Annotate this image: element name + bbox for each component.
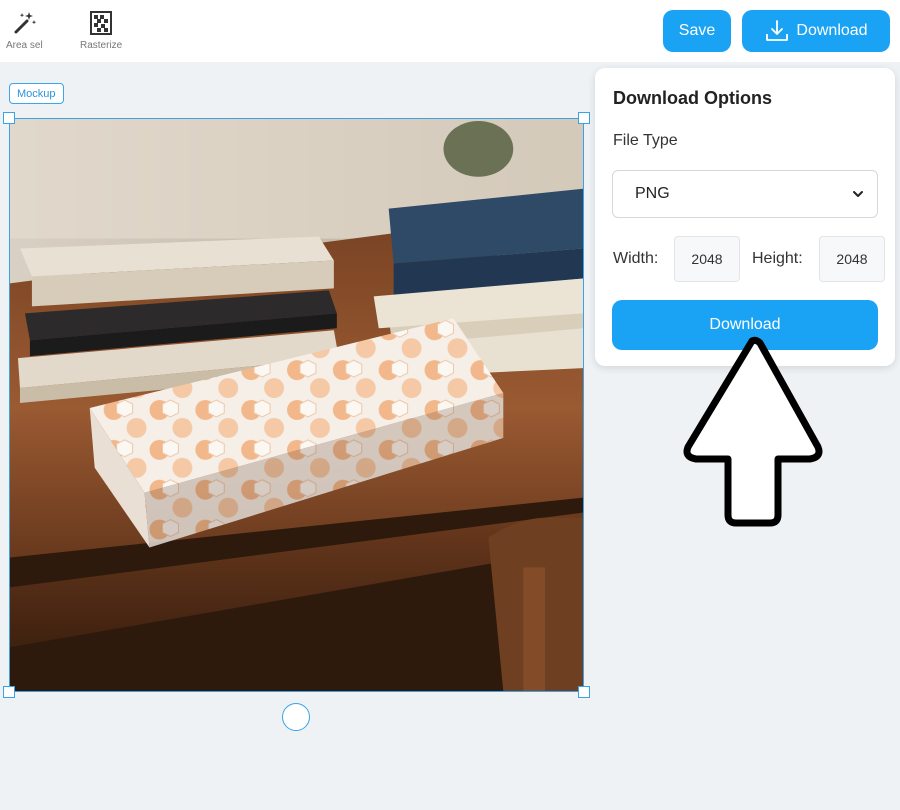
file-type-select[interactable]: PNG: [612, 170, 878, 218]
rasterize-label: Rasterize: [80, 40, 123, 51]
mockup-photo: [10, 119, 583, 691]
file-type-label: File Type: [613, 132, 678, 149]
magic-wand-icon: [14, 12, 37, 34]
file-type-value: PNG: [635, 185, 670, 202]
download-tray-icon: [766, 20, 789, 41]
area-select-label: Area sel: [6, 40, 43, 51]
height-label: Height:: [752, 250, 803, 267]
rasterize-tool[interactable]: Rasterize: [80, 10, 122, 51]
area-select-tool[interactable]: Area sel: [6, 10, 43, 51]
panel-title: Download Options: [613, 88, 772, 108]
mockup-image[interactable]: [9, 118, 584, 692]
grid-icon: [90, 11, 113, 35]
resize-handle-bottom-left[interactable]: [3, 686, 15, 698]
save-button[interactable]: Save: [663, 10, 731, 52]
resize-handle-top-left[interactable]: [3, 112, 15, 124]
download-button-label: Download: [796, 22, 868, 39]
width-input[interactable]: [674, 236, 740, 282]
arrow-cursor-icon: [683, 336, 823, 527]
download-button[interactable]: Download: [742, 10, 890, 52]
download-options-panel: Download Options File Type PNG Width: He…: [595, 68, 895, 366]
mockup-tag[interactable]: Mockup: [9, 83, 64, 104]
width-label: Width:: [613, 250, 659, 267]
top-toolbar: Area sel Rasterize Save Download: [0, 0, 900, 62]
height-input[interactable]: [819, 236, 885, 282]
chevron-down-icon: [853, 191, 863, 197]
resize-handle-top-right[interactable]: [578, 112, 590, 124]
rotate-handle[interactable]: [282, 703, 310, 731]
resize-handle-bottom-right[interactable]: [578, 686, 590, 698]
